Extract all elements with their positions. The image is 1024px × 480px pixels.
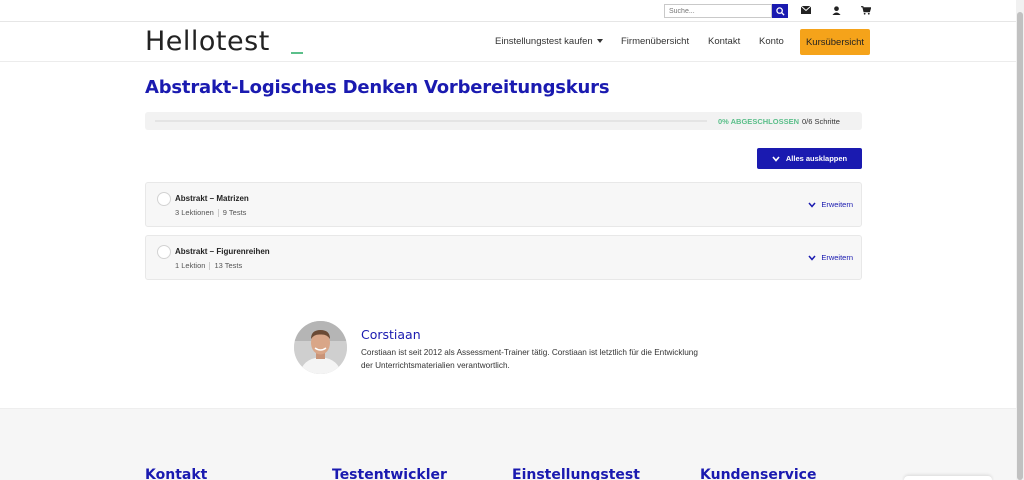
author-bio: Corstiaan ist seit 2012 als Assessment-T… bbox=[361, 348, 698, 370]
section-tests-count: 13 Tests bbox=[214, 261, 243, 270]
search-button[interactable] bbox=[772, 4, 788, 18]
section-tests-count: 9 Tests bbox=[222, 208, 247, 217]
search-input[interactable] bbox=[664, 4, 772, 18]
section-expand-button[interactable]: Erweitern bbox=[808, 200, 853, 209]
mail-icon[interactable] bbox=[800, 4, 812, 16]
progress-steps: 0/6 Schritte bbox=[802, 117, 840, 126]
footer: Kontakt Testentwickler Einstellungstest … bbox=[0, 408, 1024, 480]
user-icon[interactable] bbox=[830, 4, 842, 16]
scrollbar-thumb[interactable] bbox=[1017, 12, 1023, 480]
section-title[interactable]: Abstrakt – Figurenreihen bbox=[175, 247, 270, 256]
section-meta: 1 Lektion 13 Tests bbox=[175, 261, 242, 270]
author-avatar bbox=[294, 321, 347, 374]
section-expand-button[interactable]: Erweitern bbox=[808, 253, 853, 262]
divider bbox=[217, 208, 219, 217]
author-name: Corstiaan bbox=[361, 327, 421, 342]
top-utility-bar bbox=[0, 0, 1024, 22]
course-section[interactable]: Abstrakt – Figurenreihen 1 Lektion 13 Te… bbox=[145, 235, 862, 280]
section-expand-label: Erweitern bbox=[821, 200, 853, 209]
section-title[interactable]: Abstrakt – Matrizen bbox=[175, 194, 249, 203]
footer-heading-contact: Kontakt bbox=[145, 467, 208, 480]
chevron-down-icon bbox=[808, 255, 816, 261]
expand-all-button[interactable]: Alles ausklappen bbox=[757, 148, 862, 169]
logo[interactable]: Hellotest bbox=[145, 26, 270, 57]
section-expand-label: Erweitern bbox=[821, 253, 853, 262]
search-form bbox=[664, 4, 788, 18]
footer-heading-test: Einstellungstest bbox=[512, 467, 640, 480]
author-box: Corstiaan Corstiaan ist seit 2012 als As… bbox=[294, 320, 714, 380]
section-status-circle bbox=[157, 245, 171, 259]
expand-all-label: Alles ausklappen bbox=[785, 154, 848, 163]
course-section[interactable]: Abstrakt – Matrizen 3 Lektionen 9 Tests … bbox=[145, 182, 862, 227]
chevron-down-icon bbox=[596, 39, 603, 44]
footer-heading-developers: Testentwickler bbox=[332, 467, 447, 480]
footer-heading-service: Kundenservice bbox=[700, 467, 817, 480]
scrollbar[interactable] bbox=[1016, 0, 1024, 480]
page-title: Abstrakt-Logisches Denken Vorbereitungsk… bbox=[145, 77, 610, 98]
divider bbox=[209, 261, 211, 270]
nav-buy-test-label: Einstellungstest kaufen bbox=[495, 36, 593, 47]
nav-account[interactable]: Konto bbox=[759, 36, 784, 47]
nav-courses-button[interactable]: Kursübersicht bbox=[800, 29, 870, 55]
nav-buy-test[interactable]: Einstellungstest kaufen bbox=[495, 36, 603, 47]
chat-widget-tab[interactable] bbox=[904, 476, 992, 480]
main-header: Hellotest Einstellungstest kaufen Firmen… bbox=[0, 22, 1024, 62]
progress-track bbox=[155, 120, 707, 122]
cart-icon[interactable] bbox=[860, 4, 872, 16]
course-progress: 0% ABGESCHLOSSEN 0/6 Schritte bbox=[145, 112, 862, 130]
section-status-circle bbox=[157, 192, 171, 206]
search-icon bbox=[775, 6, 785, 16]
nav-companies[interactable]: Firmenübersicht bbox=[621, 36, 689, 47]
nav-contact[interactable]: Kontakt bbox=[708, 36, 740, 47]
section-lessons-count: 1 Lektion bbox=[175, 261, 206, 270]
section-meta: 3 Lektionen 9 Tests bbox=[175, 208, 246, 217]
logo-underscore bbox=[291, 52, 303, 54]
progress-percent-label: 0% ABGESCHLOSSEN bbox=[718, 117, 799, 126]
section-lessons-count: 3 Lektionen bbox=[175, 208, 214, 217]
chevron-down-icon bbox=[772, 155, 780, 162]
chevron-down-icon bbox=[808, 202, 816, 208]
